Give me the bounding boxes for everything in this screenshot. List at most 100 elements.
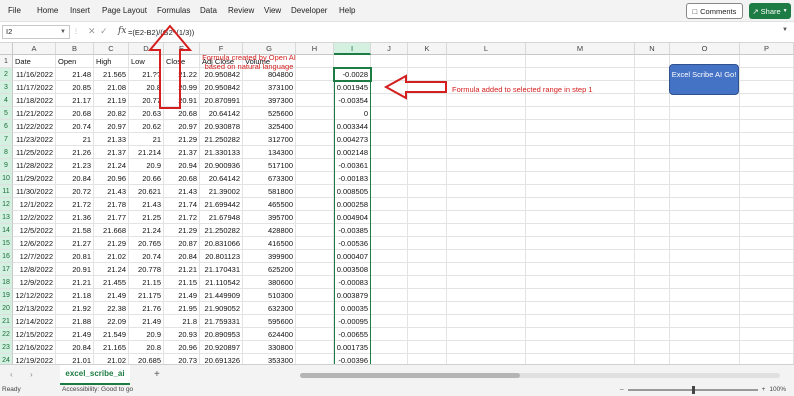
cell-g[interactable]: 510300 bbox=[243, 289, 296, 302]
cell-i[interactable]: 0 bbox=[334, 107, 371, 120]
cell-i[interactable]: -0.00095 bbox=[334, 315, 371, 328]
cell-d[interactable]: 20.685 bbox=[129, 354, 164, 364]
sheet-tab-excel-scribe-ai[interactable]: excel_scribe_ai bbox=[60, 365, 130, 385]
cell-n[interactable] bbox=[635, 328, 670, 341]
cell-i[interactable]: -0.00536 bbox=[334, 237, 371, 250]
cell-j[interactable] bbox=[371, 172, 408, 185]
cell-l[interactable] bbox=[447, 107, 526, 120]
cell-e[interactable]: 20.84 bbox=[164, 250, 200, 263]
excel-scribe-go-button[interactable]: Excel Scribe AI Go! bbox=[669, 64, 739, 95]
cell-o[interactable] bbox=[670, 172, 740, 185]
cell-l[interactable] bbox=[447, 172, 526, 185]
cell-k[interactable] bbox=[408, 354, 447, 364]
cell-g[interactable]: 134300 bbox=[243, 146, 296, 159]
cell-j[interactable] bbox=[371, 250, 408, 263]
cell-c[interactable]: 20.96 bbox=[94, 172, 129, 185]
cell-e[interactable]: 20.96 bbox=[164, 341, 200, 354]
column-header-a[interactable]: A bbox=[13, 43, 56, 55]
cell-c[interactable]: 21.02 bbox=[94, 354, 129, 364]
column-header-b[interactable]: B bbox=[56, 43, 94, 55]
cell-e[interactable]: 21.43 bbox=[164, 185, 200, 198]
cell-p[interactable] bbox=[740, 224, 794, 237]
cell-l[interactable] bbox=[447, 120, 526, 133]
cell-b[interactable]: 20.74 bbox=[56, 120, 94, 133]
cell-m[interactable] bbox=[526, 172, 635, 185]
cell-g[interactable]: 624400 bbox=[243, 328, 296, 341]
header-cell-c[interactable]: High bbox=[94, 55, 129, 68]
column-header-m[interactable]: M bbox=[526, 43, 635, 55]
cell-m[interactable] bbox=[526, 94, 635, 107]
cell-c[interactable]: 21.78 bbox=[94, 198, 129, 211]
cell-k[interactable] bbox=[408, 250, 447, 263]
cell-g[interactable]: 517100 bbox=[243, 159, 296, 172]
cell-m[interactable] bbox=[526, 133, 635, 146]
cell-h[interactable] bbox=[296, 302, 334, 315]
cell-i[interactable]: 0.000407 bbox=[334, 250, 371, 263]
cell-h[interactable] bbox=[296, 341, 334, 354]
cell-i[interactable]: 0.003344 bbox=[334, 120, 371, 133]
cell-c[interactable]: 21.02 bbox=[94, 250, 129, 263]
cell-f[interactable]: 21.330133 bbox=[200, 146, 243, 159]
header-cell-j[interactable] bbox=[371, 55, 408, 68]
cell-o[interactable] bbox=[670, 224, 740, 237]
cell-o[interactable] bbox=[670, 302, 740, 315]
cell-g[interactable]: 525600 bbox=[243, 107, 296, 120]
cell-h[interactable] bbox=[296, 237, 334, 250]
cell-g[interactable]: 373100 bbox=[243, 81, 296, 94]
cell-l[interactable] bbox=[447, 315, 526, 328]
cell-i[interactable]: -0.00361 bbox=[334, 159, 371, 172]
cell-a[interactable]: 12/13/2022 bbox=[13, 302, 56, 315]
cell-d[interactable]: 21.49 bbox=[129, 315, 164, 328]
cell-j[interactable] bbox=[371, 224, 408, 237]
cell-b[interactable]: 20.91 bbox=[56, 263, 94, 276]
cell-a[interactable]: 12/12/2022 bbox=[13, 289, 56, 302]
cell-a[interactable]: 11/28/2022 bbox=[13, 159, 56, 172]
cell-j[interactable] bbox=[371, 159, 408, 172]
cell-p[interactable] bbox=[740, 133, 794, 146]
cell-j[interactable] bbox=[371, 146, 408, 159]
cell-p[interactable] bbox=[740, 302, 794, 315]
cell-j[interactable] bbox=[371, 185, 408, 198]
zoom-out-icon[interactable]: – bbox=[620, 386, 624, 393]
cell-h[interactable] bbox=[296, 354, 334, 364]
cell-c[interactable]: 21.33 bbox=[94, 133, 129, 146]
cell-k[interactable] bbox=[408, 198, 447, 211]
cell-p[interactable] bbox=[740, 237, 794, 250]
cell-j[interactable] bbox=[371, 237, 408, 250]
cell-p[interactable] bbox=[740, 198, 794, 211]
column-header-i[interactable]: I bbox=[334, 43, 371, 55]
cell-f[interactable]: 20.920897 bbox=[200, 341, 243, 354]
cell-e[interactable]: 21.15 bbox=[164, 276, 200, 289]
cell-o[interactable] bbox=[670, 237, 740, 250]
cell-c[interactable]: 21.77 bbox=[94, 211, 129, 224]
cell-n[interactable] bbox=[635, 146, 670, 159]
row-header-21[interactable]: 21 bbox=[0, 315, 13, 328]
cell-e[interactable]: 21.29 bbox=[164, 224, 200, 237]
cell-e[interactable]: 21.74 bbox=[164, 198, 200, 211]
zoom-slider-knob[interactable] bbox=[691, 385, 695, 394]
cell-m[interactable] bbox=[526, 159, 635, 172]
cell-g[interactable]: 399900 bbox=[243, 250, 296, 263]
cell-n[interactable] bbox=[635, 276, 670, 289]
cell-n[interactable] bbox=[635, 341, 670, 354]
header-cell-k[interactable] bbox=[408, 55, 447, 68]
cell-m[interactable] bbox=[526, 120, 635, 133]
cell-l[interactable] bbox=[447, 237, 526, 250]
share-button[interactable]: ↗ Share ▼ bbox=[749, 3, 791, 19]
cell-c[interactable]: 21.549 bbox=[94, 328, 129, 341]
cell-n[interactable] bbox=[635, 159, 670, 172]
cell-h[interactable] bbox=[296, 185, 334, 198]
cell-n[interactable] bbox=[635, 211, 670, 224]
row-header-17[interactable]: 17 bbox=[0, 263, 13, 276]
cell-p[interactable] bbox=[740, 354, 794, 364]
cell-f[interactable]: 20.64142 bbox=[200, 107, 243, 120]
cell-n[interactable] bbox=[635, 302, 670, 315]
cell-a[interactable]: 11/17/2022 bbox=[13, 81, 56, 94]
cell-l[interactable] bbox=[447, 133, 526, 146]
cell-a[interactable]: 11/21/2022 bbox=[13, 107, 56, 120]
cell-g[interactable]: 325400 bbox=[243, 120, 296, 133]
cell-c[interactable]: 21.668 bbox=[94, 224, 129, 237]
row-header-24[interactable]: 24 bbox=[0, 354, 13, 364]
cell-o[interactable] bbox=[670, 146, 740, 159]
cell-b[interactable]: 20.84 bbox=[56, 172, 94, 185]
